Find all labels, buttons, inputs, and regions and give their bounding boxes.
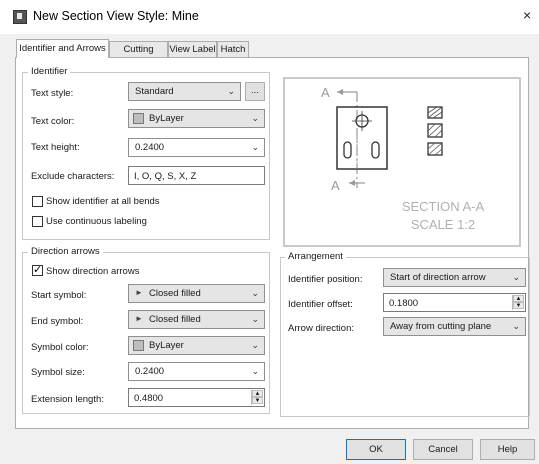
extension-length-spinner[interactable]: ▲ ▼ bbox=[251, 390, 263, 405]
chevron-down-icon: ⌄ bbox=[251, 113, 259, 123]
exclude-characters-label: Exclude characters: bbox=[31, 171, 115, 182]
closed-filled-arrow-icon: ► bbox=[135, 314, 143, 323]
tab-identifier-and-arrows[interactable]: Identifier and Arrows bbox=[16, 39, 109, 58]
arrow-icon bbox=[349, 180, 355, 186]
slot-right bbox=[371, 141, 380, 159]
preview-label-top: A bbox=[321, 85, 330, 100]
ok-button[interactable]: OK bbox=[346, 439, 406, 460]
color-swatch bbox=[133, 113, 144, 124]
spin-up-icon[interactable]: ▲ bbox=[252, 390, 263, 397]
slot-left bbox=[343, 141, 352, 159]
text-style-select[interactable]: Standard ⌄ bbox=[128, 82, 241, 101]
arrow-icon bbox=[337, 89, 343, 95]
identifier-offset-input[interactable]: 0.1800 ▲ ▼ bbox=[383, 293, 526, 312]
start-symbol-label: Start symbol: bbox=[31, 290, 87, 301]
tab-hatch[interactable]: Hatch bbox=[217, 41, 249, 57]
text-color-value: ByLayer bbox=[149, 113, 184, 124]
tab-cutting-plane[interactable]: Cutting Plane bbox=[109, 41, 168, 71]
symbol-color-select[interactable]: ByLayer ⌄ bbox=[128, 336, 265, 355]
identifier-legend: Identifier bbox=[28, 66, 71, 77]
title-bar: New Section View Style: Mine × bbox=[0, 0, 539, 34]
chevron-down-icon: ⌄ bbox=[251, 314, 259, 324]
direction-arrows-legend: Direction arrows bbox=[28, 246, 103, 257]
end-symbol-label: End symbol: bbox=[31, 316, 84, 327]
preview-caption-line1: SECTION A-A bbox=[402, 199, 485, 214]
chevron-down-icon: ⌄ bbox=[251, 340, 259, 350]
text-height-label: Text height: bbox=[31, 142, 80, 153]
app-icon bbox=[13, 10, 27, 24]
symbol-color-label: Symbol color: bbox=[31, 342, 89, 353]
preview-caption-line2: SCALE 1:2 bbox=[411, 217, 475, 232]
arrangement-legend: Arrangement bbox=[285, 251, 346, 262]
spin-down-icon[interactable]: ▼ bbox=[252, 397, 263, 404]
color-swatch bbox=[133, 340, 144, 351]
text-height-select[interactable]: 0.2400 ⌄ bbox=[128, 138, 265, 157]
end-symbol-value: Closed filled bbox=[149, 314, 201, 325]
symbol-size-label: Symbol size: bbox=[31, 367, 85, 378]
text-height-value: 0.2400 bbox=[135, 142, 165, 153]
tab-view-label[interactable]: View Label bbox=[168, 41, 217, 57]
start-symbol-value: Closed filled bbox=[149, 288, 201, 299]
exclude-characters-value: I, O, Q, S, X, Z bbox=[134, 171, 197, 182]
arrow-direction-value: Away from cutting plane bbox=[390, 321, 492, 332]
identifier-offset-spinner[interactable]: ▲ ▼ bbox=[512, 295, 524, 310]
start-symbol-select[interactable]: ► Closed filled ⌄ bbox=[128, 284, 265, 303]
end-symbol-select[interactable]: ► Closed filled ⌄ bbox=[128, 310, 265, 329]
hatched-section bbox=[427, 106, 443, 156]
window-title: New Section View Style: Mine bbox=[33, 9, 199, 23]
symbol-color-value: ByLayer bbox=[149, 340, 184, 351]
arrow-direction-select[interactable]: Away from cutting plane ⌄ bbox=[383, 317, 526, 336]
help-button[interactable]: Help bbox=[480, 439, 535, 460]
preview-label-bottom: A bbox=[331, 178, 340, 193]
extension-length-input[interactable]: 0.4800 ▲ ▼ bbox=[128, 388, 265, 407]
show-direction-arrows-label: Show direction arrows bbox=[46, 266, 140, 277]
show-all-bends-label: Show identifier at all bends bbox=[46, 196, 160, 207]
spin-up-icon[interactable]: ▲ bbox=[513, 295, 524, 302]
symbol-size-value: 0.2400 bbox=[135, 366, 165, 377]
spin-down-icon[interactable]: ▼ bbox=[513, 302, 524, 309]
continuous-labeling-label: Use continuous labeling bbox=[46, 216, 147, 227]
symbol-size-select[interactable]: 0.2400 ⌄ bbox=[128, 362, 265, 381]
extension-length-value: 0.4800 bbox=[134, 393, 164, 404]
arrow-direction-label: Arrow direction: bbox=[288, 323, 354, 334]
chevron-down-icon: ⌄ bbox=[251, 366, 259, 376]
text-style-more-button[interactable]: ... bbox=[245, 82, 265, 101]
cancel-button[interactable]: Cancel bbox=[413, 439, 473, 460]
show-all-bends-checkbox[interactable] bbox=[32, 196, 43, 207]
extension-length-label: Extension length: bbox=[31, 394, 104, 405]
continuous-labeling-checkbox[interactable] bbox=[32, 216, 43, 227]
identifier-position-value: Start of direction arrow bbox=[390, 272, 486, 283]
text-color-select[interactable]: ByLayer ⌄ bbox=[128, 109, 265, 128]
exclude-characters-input[interactable]: I, O, Q, S, X, Z bbox=[128, 166, 265, 185]
text-style-value: Standard bbox=[135, 86, 174, 97]
text-style-label: Text style: bbox=[31, 88, 74, 99]
identifier-offset-value: 0.1800 bbox=[389, 298, 419, 309]
section-preview-drawing: A A SECTION A-A SCALE 1:2 bbox=[321, 85, 485, 232]
chevron-down-icon: ⌄ bbox=[251, 288, 259, 298]
chevron-down-icon: ⌄ bbox=[512, 321, 520, 331]
close-icon[interactable]: × bbox=[523, 7, 531, 23]
chevron-down-icon: ⌄ bbox=[251, 142, 259, 152]
closed-filled-arrow-icon: ► bbox=[135, 288, 143, 297]
preview-pane: A A SECTION A-A SCALE 1:2 bbox=[283, 77, 521, 247]
identifier-position-select[interactable]: Start of direction arrow ⌄ bbox=[383, 268, 526, 287]
show-direction-arrows-checkbox[interactable] bbox=[32, 263, 43, 276]
text-color-label: Text color: bbox=[31, 116, 75, 127]
identifier-position-label: Identifier position: bbox=[288, 274, 363, 285]
chevron-down-icon: ⌄ bbox=[512, 272, 520, 282]
identifier-offset-label: Identifier offset: bbox=[288, 299, 353, 310]
chevron-down-icon: ⌄ bbox=[227, 86, 235, 96]
